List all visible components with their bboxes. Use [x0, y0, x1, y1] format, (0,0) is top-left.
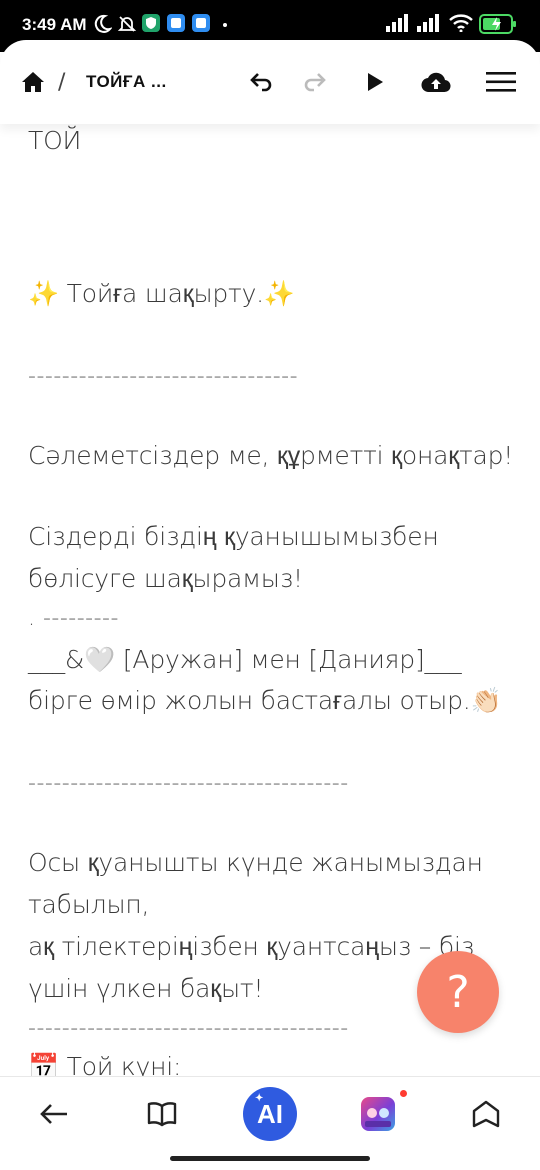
doc-line: ___&🤍 [Аружан] мен [Данияр]___	[28, 645, 462, 674]
doc-line: табылып,	[28, 890, 150, 919]
vpn-shield-icon	[142, 14, 160, 32]
bookmark-icon[interactable]	[466, 1087, 506, 1141]
app-notification-icon	[167, 14, 185, 32]
ai-assistant-button[interactable]: ✦ AI	[243, 1087, 297, 1141]
sparkle-icon: ✦	[255, 1093, 264, 1104]
doc-line: ақ тілектеріңізбен қуантсаңыз – біз	[28, 932, 475, 961]
wifi-icon	[449, 14, 473, 32]
notification-dot	[400, 1090, 407, 1097]
moon-icon	[92, 14, 112, 34]
play-icon[interactable]	[363, 70, 387, 94]
doc-line: . ---------	[28, 606, 119, 631]
doc-line: үшін үлкен бақыт!	[28, 974, 264, 1003]
doc-line: Сіздерді біздің қуанышымызбен	[28, 522, 439, 551]
document-title[interactable]: ТОЙҒА ...	[86, 72, 167, 92]
divider-line: --------------------------------	[28, 364, 299, 389]
doc-line: Сәлеметсіздер ме, құрметті қонақтар!	[28, 441, 514, 470]
more-notifications-dot	[223, 23, 227, 27]
back-arrow-icon[interactable]	[34, 1087, 74, 1141]
breadcrumb-separator: /	[58, 70, 66, 95]
cloud-upload-icon[interactable]	[420, 68, 452, 96]
hamburger-menu-icon[interactable]	[484, 70, 518, 94]
game-thumbnail-icon[interactable]	[360, 1087, 396, 1141]
divider-line: --------------------------------------	[28, 1016, 349, 1041]
help-question-label: ?	[446, 966, 470, 1018]
doc-line: ТОЙ	[28, 126, 82, 155]
doc-line: бөлісуге шақырамыз!	[28, 564, 303, 593]
doc-line: 📅 Той күні:	[28, 1052, 182, 1076]
status-time: 3:49 AM	[22, 15, 87, 34]
app-notification-icon	[192, 14, 210, 32]
editor-toolbar: / ТОЙҒА ...	[0, 40, 540, 124]
mute-bell-icon	[117, 14, 137, 34]
signal-icon	[417, 14, 443, 32]
home-indicator[interactable]	[170, 1156, 370, 1161]
doc-line: бірге өмір жолын бастағалы отыр.👏🏻	[28, 686, 502, 715]
doc-line: ✨ Тойға шақырту.✨	[28, 279, 295, 308]
home-icon[interactable]	[20, 70, 46, 94]
help-button[interactable]: ?	[417, 951, 499, 1033]
battery-charging-icon	[479, 14, 517, 34]
redo-icon[interactable]	[301, 68, 329, 96]
doc-line: Осы қуанышты күнде жанымыздан	[28, 848, 483, 877]
undo-icon[interactable]	[247, 68, 275, 96]
signal-icon	[386, 14, 412, 32]
book-icon[interactable]	[144, 1087, 180, 1141]
document-body[interactable]: ТОЙ ✨ Тойға шақырту.✨ ------------------…	[0, 124, 540, 1076]
divider-line: --------------------------------------	[28, 771, 349, 796]
